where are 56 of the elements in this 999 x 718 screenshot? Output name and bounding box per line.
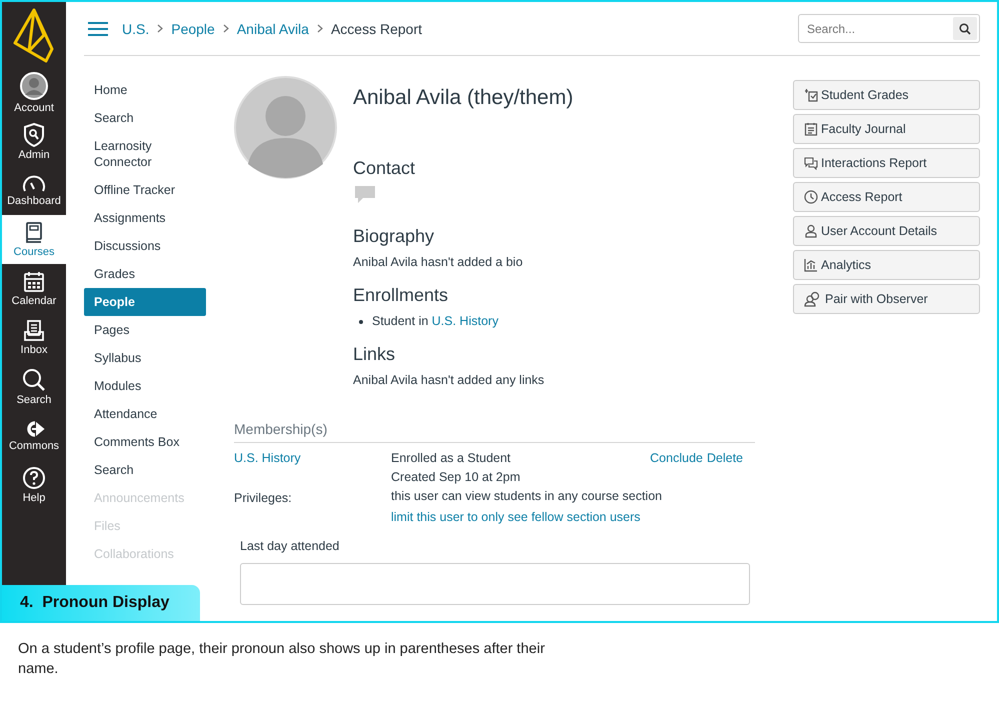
action-button[interactable]: Analytics <box>793 250 980 280</box>
action-button[interactable]: Pair with Observer <box>793 284 980 314</box>
profile-name: Anibal Avila (they/them) <box>353 86 574 111</box>
course-nav-link[interactable]: Syllabus <box>84 344 206 372</box>
global-nav-item[interactable]: Admin <box>2 117 66 166</box>
course-nav-link[interactable]: Search <box>84 104 206 132</box>
caption-text: On a student’s profile page, their pronoun also shows up in parentheses after their name. <box>18 640 546 679</box>
course-nav-link[interactable]: Attendance <box>84 400 206 428</box>
action-link[interactable]: Conclude <box>650 451 703 466</box>
course-nav-link[interactable]: Home <box>84 76 206 104</box>
links-text: Anibal Avila hasn't added any links <box>353 373 546 387</box>
course-nav-link[interactable]: Discussions <box>84 232 206 260</box>
course-nav-link[interactable]: Assignments <box>84 204 206 232</box>
section-heading: Contact <box>353 158 416 179</box>
global-nav-item[interactable]: Courses <box>2 215 66 264</box>
breadcrumb-current: Access Report <box>330 20 422 36</box>
course-nav-link[interactable]: Pages <box>84 316 206 344</box>
action-button[interactable]: Student Grades <box>793 80 980 110</box>
enrollment-text: Student in <box>372 314 430 328</box>
course-link[interactable]: U.S. History <box>432 314 498 328</box>
course-link[interactable]: U.S. History <box>234 451 391 466</box>
callout-label: 4. Pronoun Display <box>2 585 200 621</box>
action-button[interactable]: User Account Details <box>793 216 980 246</box>
breadcrumb-link[interactable]: U.S. <box>122 20 150 36</box>
course-nav-link[interactable]: Comments Box <box>84 428 206 456</box>
privileges-label: Privileges: <box>234 491 293 506</box>
global-nav-item[interactable]: Search <box>2 362 66 411</box>
privileges-text: this user can view students in any course section <box>391 489 663 505</box>
global-nav-item[interactable]: Commons <box>2 411 66 460</box>
course-nav-link[interactable]: People <box>84 288 206 316</box>
global-nav-item[interactable]: Calendar <box>2 264 66 313</box>
course-nav-link[interactable]: Offline Tracker <box>84 176 206 204</box>
section-heading: Enrollments <box>353 285 450 306</box>
global-nav-item[interactable]: Help <box>2 460 66 509</box>
action-button[interactable]: Access Report <box>793 182 980 212</box>
privileges-link[interactable]: limit this user to only see fellow section users <box>391 510 743 525</box>
section-heading: Links <box>353 344 396 365</box>
role-text: Enrolled as a Student <box>391 451 512 466</box>
section-heading: Biography <box>353 226 436 247</box>
global-nav-item[interactable]: Account <box>2 68 66 117</box>
course-nav-link[interactable]: Grades <box>84 260 206 288</box>
course-nav-link[interactable]: Search <box>84 456 206 484</box>
membership-heading: Membership(s) <box>234 421 755 443</box>
action-button[interactable]: Faculty Journal <box>793 114 980 144</box>
course-nav-link[interactable]: Modules <box>84 372 206 400</box>
biography-text: Anibal Avila hasn't added a bio <box>353 255 524 269</box>
action-link[interactable]: Delete <box>706 451 743 466</box>
breadcrumb-link[interactable]: People <box>171 20 215 36</box>
search-field[interactable]: Search... <box>798 14 980 43</box>
field-label: Last day attended <box>240 539 340 553</box>
breadcrumb-link[interactable]: Anibal Avila <box>236 20 309 36</box>
global-nav-item[interactable]: Dashboard <box>2 166 66 215</box>
created-text: Created Sep 10 at 2pm <box>391 470 522 485</box>
action-button[interactable]: Interactions Report <box>793 148 980 178</box>
course-nav-link[interactable]: Learnosity Connector <box>84 132 206 176</box>
global-nav-item[interactable]: Inbox <box>2 313 66 362</box>
